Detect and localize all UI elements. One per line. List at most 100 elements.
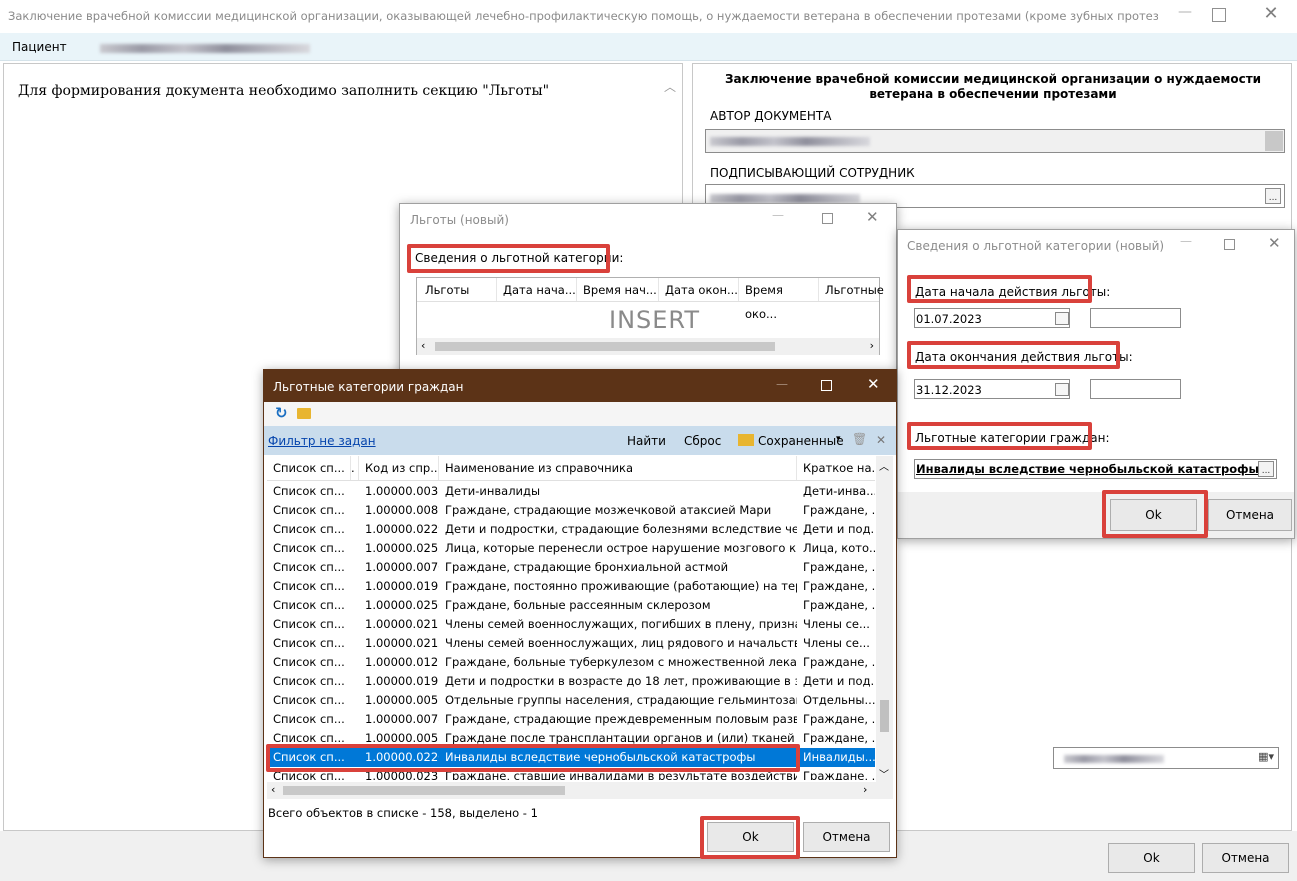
- categories-title: Льготные категории граждан: [273, 380, 464, 394]
- start-time-input[interactable]: [1090, 308, 1181, 328]
- col-header[interactable]: Льготы: [417, 278, 497, 301]
- ellipsis-icon[interactable]: ...: [1265, 188, 1281, 204]
- table-cell: Граждане, страдающие бронхиальной астмой: [445, 560, 729, 574]
- scroll-up-icon[interactable]: ︿: [879, 458, 889, 473]
- table-cell: Список сп...: [273, 674, 345, 688]
- saved-button[interactable]: Сохраненные: [758, 434, 844, 448]
- table-cell: Список сп...: [273, 731, 345, 745]
- table-cell: Список сп...: [273, 503, 345, 517]
- eraser-icon[interactable]: 🗑: [852, 432, 867, 446]
- right-heading: Заключение врачебной комиссии медицинско…: [724, 72, 1262, 101]
- table-row[interactable]: Список сп... 1.00000.0220 Инвалиды вследст…: [267, 748, 875, 767]
- col-header[interactable]: Код из спр...: [359, 456, 439, 480]
- table-cell: 1.00000.0233: [365, 769, 439, 780]
- table-cell: Граждане, ...: [803, 579, 875, 593]
- maximize-icon[interactable]: [821, 380, 832, 391]
- close-filter-icon[interactable]: ✕: [876, 433, 886, 447]
- table-row[interactable]: Список сп... 1.00000.0078 Граждане, страда…: [267, 710, 875, 729]
- start-date-input[interactable]: 01.07.2023: [914, 308, 1070, 328]
- folder-icon[interactable]: [297, 408, 311, 419]
- grid-vscrollbar[interactable]: ︿ ﹀: [876, 456, 893, 782]
- end-date-input[interactable]: 31.12.2023: [914, 379, 1070, 399]
- bottom-dropdown[interactable]: ▦▾: [1053, 747, 1279, 769]
- table-cell: [351, 615, 359, 634]
- table-row[interactable]: Список сп... 1.00000.0191 Дети и подростки…: [267, 672, 875, 691]
- maximize-icon[interactable]: [1224, 239, 1235, 250]
- svedenia-cancel-button[interactable]: Отмена: [1208, 499, 1292, 531]
- close-icon[interactable]: ✕: [1258, 3, 1284, 29]
- table-row[interactable]: Список сп... 1.00000.0195 Граждане, постоя…: [267, 577, 875, 596]
- table-row[interactable]: Список сп... 1.00000.0081 Граждане, страда…: [267, 501, 875, 520]
- table-cell: Список сп...: [273, 560, 345, 574]
- table-row[interactable]: Список сп... 1.00000.0250 Граждане, больны…: [267, 596, 875, 615]
- table-cell: 1.00000.0055: [365, 731, 439, 745]
- scroll-up-icon[interactable]: ︿: [664, 78, 676, 95]
- table-row[interactable]: Список сп... 1.00000.0213 Члены семей воен…: [267, 615, 875, 634]
- table-row[interactable]: Список сп... 1.00000.0233 Граждане, ставши…: [267, 767, 875, 780]
- scroll-down-icon[interactable]: ﹀: [879, 766, 889, 781]
- col-header[interactable]: Дата окон...: [659, 278, 739, 301]
- col-header[interactable]: Наименование из справочника: [439, 456, 797, 480]
- col-header[interactable]: Льготные: [819, 278, 884, 301]
- table-cell: Граждане, страдающие преждевременным пол…: [445, 712, 797, 726]
- patient-label: Пациент: [12, 40, 67, 54]
- main-ok-button[interactable]: Ok: [1108, 843, 1195, 873]
- scroll-left-icon[interactable]: ‹: [271, 783, 275, 796]
- dropdown-icon[interactable]: ▦▾: [1258, 750, 1274, 763]
- author-label: АВТОР ДОКУМЕНТА: [710, 109, 832, 123]
- main-cancel-button[interactable]: Отмена: [1202, 843, 1289, 873]
- table-row[interactable]: Список сп... 1.00000.0229 Дети и подростки…: [267, 520, 875, 539]
- lgoty-title: Льготы (новый): [410, 213, 509, 227]
- minimize-icon[interactable]: —: [772, 208, 784, 222]
- refresh-icon[interactable]: ↻: [275, 404, 288, 422]
- table-row[interactable]: Список сп... 1.00000.0033 Дети-инвалиды Дет…: [267, 482, 875, 501]
- category-input[interactable]: Инвалиды вследствие чернобыльской катаст…: [914, 459, 1277, 479]
- table-row[interactable]: Список сп... 1.00000.0252 Лица, которые пе…: [267, 539, 875, 558]
- svedenia-ok-button[interactable]: Ok: [1110, 499, 1197, 531]
- table-cell: Дети и под...: [803, 674, 875, 688]
- grid-hscrollbar[interactable]: ‹ ›: [267, 782, 893, 799]
- close-icon[interactable]: ✕: [867, 375, 880, 393]
- table-row[interactable]: Список сп... 1.00000.0057 Отдельные группы…: [267, 691, 875, 710]
- categories-cancel-button[interactable]: Отмена: [803, 822, 890, 852]
- table-row[interactable]: Список сп... 1.00000.0126 Граждане, больны…: [267, 653, 875, 672]
- categories-ok-button[interactable]: Ok: [707, 822, 794, 852]
- maximize-icon[interactable]: [822, 213, 833, 224]
- col-header[interactable]: Время нач...: [577, 278, 659, 301]
- calendar-icon[interactable]: [1055, 312, 1069, 325]
- col-header[interactable]: Краткое на...: [797, 456, 875, 480]
- minimize-icon[interactable]: —: [1180, 234, 1192, 248]
- maximize-icon[interactable]: [1212, 8, 1226, 22]
- scroll-left-icon[interactable]: ‹: [421, 339, 425, 352]
- scroll-right-icon[interactable]: ›: [870, 339, 874, 352]
- close-icon[interactable]: ✕: [866, 208, 879, 226]
- col-header[interactable]: Время око...: [739, 278, 819, 321]
- table-row[interactable]: Список сп... 1.00000.0070 Граждане, страда…: [267, 558, 875, 577]
- table-cell: Список сп...: [273, 750, 345, 764]
- minimize-icon[interactable]: —: [1170, 4, 1200, 28]
- table-cell: 1.00000.0078: [365, 712, 439, 726]
- table-cell: 1.00000.0126: [365, 655, 439, 669]
- table-row[interactable]: Список сп... 1.00000.0212 Члены семей воен…: [267, 634, 875, 653]
- filter-link[interactable]: Фильтр не задан: [268, 434, 376, 448]
- table-cell: Граждане, больные рассеянным склерозом: [445, 598, 711, 612]
- find-button[interactable]: Найти: [627, 434, 666, 448]
- close-icon[interactable]: ✕: [1268, 234, 1281, 252]
- col-header[interactable]: Список сп...: [267, 456, 351, 480]
- ellipsis-icon[interactable]: ...: [1258, 461, 1274, 477]
- table-cell: 1.00000.0212: [365, 636, 439, 650]
- table-row[interactable]: Список сп... 1.00000.0055 Граждане после т…: [267, 729, 875, 748]
- table-cell: [351, 672, 359, 691]
- col-header[interactable]: .: [351, 456, 359, 480]
- calendar-icon[interactable]: [1055, 383, 1069, 396]
- patient-name-blurred: [100, 44, 310, 53]
- reset-button[interactable]: Сброс: [684, 434, 721, 448]
- minimize-icon[interactable]: —: [776, 377, 788, 391]
- chevron-down-icon[interactable]: ▾: [836, 434, 841, 444]
- lgoty-hscrollbar[interactable]: ‹ ›: [417, 338, 879, 355]
- scroll-right-icon[interactable]: ›: [863, 783, 867, 796]
- end-time-input[interactable]: [1090, 379, 1181, 399]
- col-header[interactable]: Дата нача...: [497, 278, 577, 301]
- grid-rows: Список сп... 1.00000.0033 Дети-инвалиды Дет…: [267, 482, 875, 780]
- saved-icon[interactable]: [738, 434, 754, 446]
